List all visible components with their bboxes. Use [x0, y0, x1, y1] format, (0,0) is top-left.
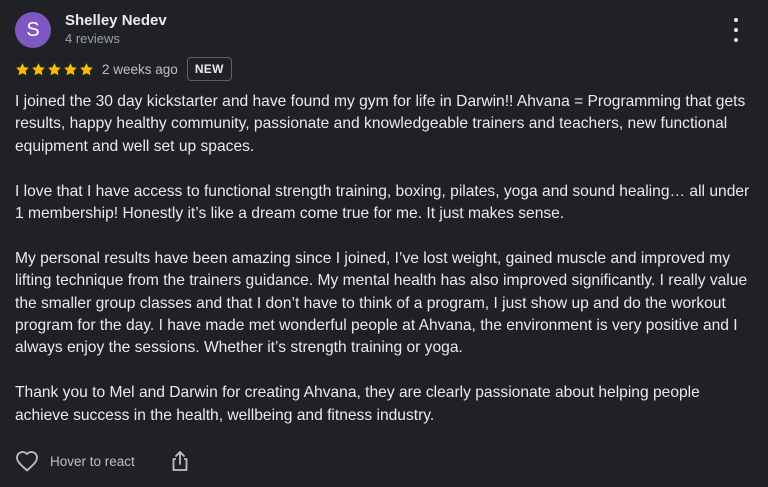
more-vert-icon-dot [734, 38, 738, 42]
react-label: Hover to react [50, 453, 135, 469]
star-icon [48, 62, 61, 75]
rating-row: 2 weeks ago NEW [15, 57, 232, 81]
review-paragraph: I joined the 30 day kickstarter and have… [15, 93, 746, 155]
avatar[interactable]: S [15, 12, 51, 48]
star-icon [32, 62, 45, 75]
more-options-button[interactable] [730, 18, 742, 42]
author-review-count: 4 reviews [65, 31, 120, 46]
star-rating [15, 62, 94, 77]
review-paragraph: Thank you to Mel and Darwin for creating… [15, 384, 700, 424]
author-name[interactable]: Shelley Nedev [65, 12, 167, 29]
star-icon [64, 62, 77, 75]
review-paragraph: My personal results have been amazing si… [15, 249, 748, 357]
review-card: S Shelley Nedev 4 reviews 2 weeks ago NE… [0, 0, 768, 487]
share-icon[interactable] [169, 450, 191, 472]
star-icon [80, 62, 93, 75]
review-actions: Hover to react [15, 450, 191, 472]
new-badge: NEW [186, 57, 232, 81]
review-date: 2 weeks ago [102, 61, 178, 77]
review-text: I joined the 30 day kickstarter and have… [15, 91, 755, 427]
more-vert-icon [734, 18, 738, 22]
more-vert-icon-dot [734, 28, 738, 32]
heart-outline-icon [16, 451, 38, 472]
review-paragraph: I love that I have access to functional … [15, 182, 750, 223]
react-button[interactable]: Hover to react [15, 450, 135, 472]
star-icon [16, 62, 29, 75]
